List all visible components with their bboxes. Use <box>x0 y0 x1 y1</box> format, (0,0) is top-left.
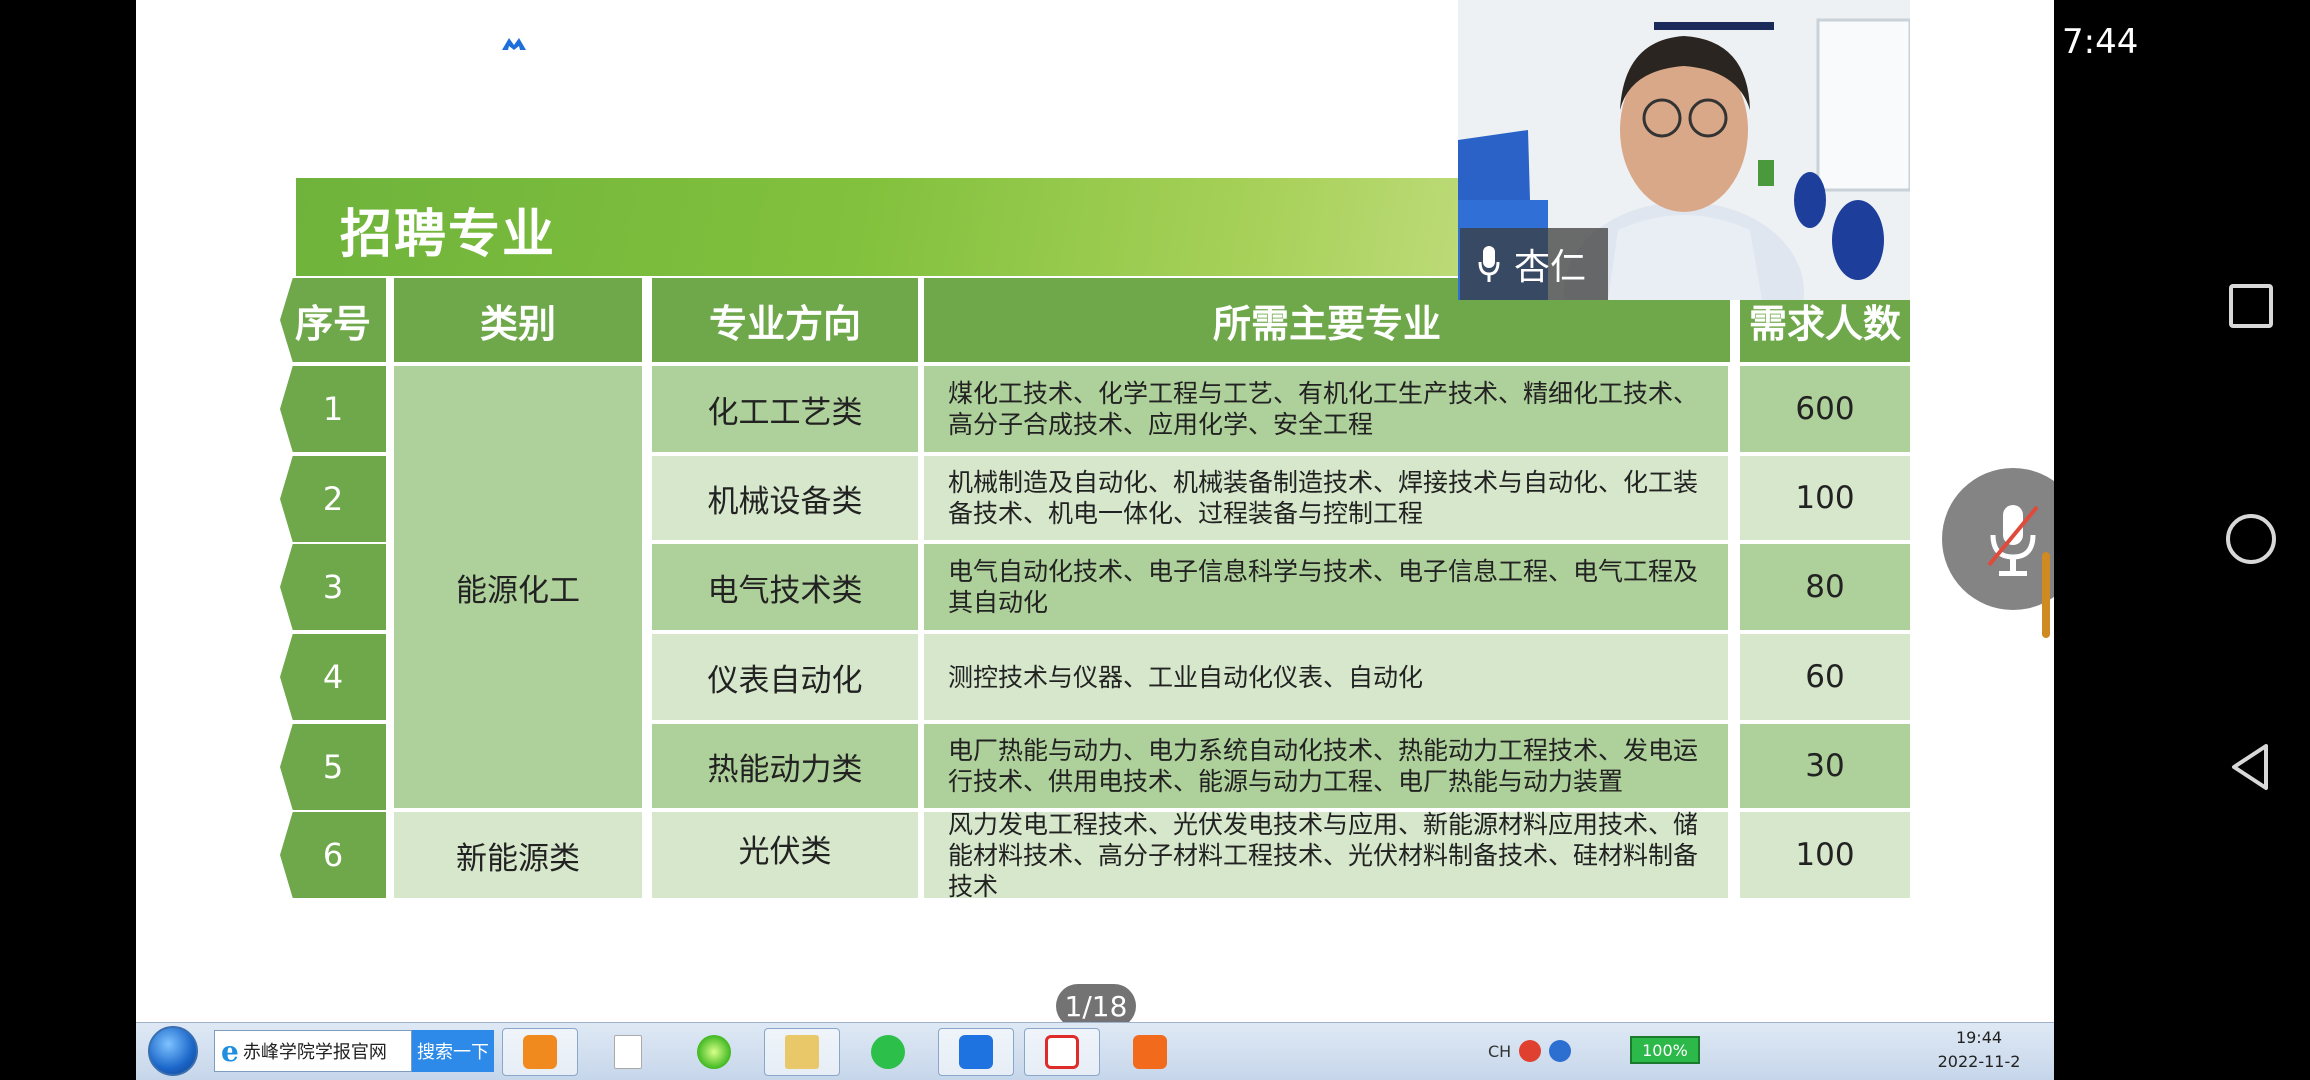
row-index: 3 <box>280 544 386 630</box>
speaker-name: 杏仁 <box>1514 247 1587 288</box>
row-index: 5 <box>280 724 386 810</box>
count-cell: 600 <box>1740 366 1910 452</box>
help-icon[interactable] <box>1549 1040 1572 1062</box>
taskbar-browser[interactable] <box>676 1028 752 1076</box>
back-button[interactable] <box>2226 742 2276 792</box>
category-cell: 新能源类 <box>394 812 642 898</box>
category-cell: 能源化工 <box>394 366 642 808</box>
search-button[interactable]: 搜索一下 <box>412 1030 494 1072</box>
wps-icon <box>1045 1035 1079 1069</box>
direction-cell: 光伏类 <box>652 812 918 898</box>
status-clock: 7:44 <box>2062 22 2139 62</box>
taskbar-media-player[interactable] <box>502 1028 578 1076</box>
left-letterbox <box>0 0 136 1080</box>
row-index: 1 <box>280 366 386 452</box>
speaker-name-badge: 杏仁 <box>1460 228 1608 300</box>
count-cell: 80 <box>1740 544 1910 630</box>
row-index: 6 <box>280 812 386 898</box>
majors-cell: 机械制造及自动化、机械装备制造技术、焊接技术与自动化、化工装备技术、机电一体化、… <box>924 456 1728 540</box>
mic-muted-icon <box>1987 505 2039 576</box>
scroll-handle[interactable] <box>2042 552 2050 638</box>
system-tray: CH <box>1488 1030 1572 1072</box>
direction-cell: 仪表自动化 <box>652 634 918 720</box>
count-cell: 30 <box>1740 724 1910 808</box>
taskbar-file-explorer[interactable] <box>764 1028 840 1076</box>
microphone-icon <box>1478 246 1500 282</box>
majors-cell: 测控技术与仪器、工业自动化仪表、自动化 <box>924 634 1728 720</box>
taskbar-document[interactable] <box>590 1028 666 1076</box>
majors-cell: 电气自动化技术、电子信息科学与技术、电子信息工程、电气工程及其自动化 <box>924 544 1728 630</box>
row-index: 2 <box>280 456 386 542</box>
header-index: 序号 <box>280 278 386 362</box>
header-direction: 专业方向 <box>652 278 918 362</box>
ime-indicator[interactable]: CH <box>1488 1042 1511 1061</box>
green-browser-icon <box>697 1035 731 1069</box>
row-index: 4 <box>280 634 386 720</box>
ie-browser-icon: e <box>221 1034 239 1068</box>
count-cell: 100 <box>1740 456 1910 540</box>
wechat-icon <box>871 1035 905 1069</box>
slide-logo-icon <box>502 38 526 50</box>
taskbar-meeting[interactable] <box>938 1028 1014 1076</box>
majors-cell: 煤化工技术、化学工程与工艺、有机化工生产技术、精细化工技术、高分子合成技术、应用… <box>924 366 1728 452</box>
meeting-app-icon <box>959 1035 993 1069</box>
majors-cell: 风力发电工程技术、光伏发电技术与应用、新能源材料应用技术、储能材料技术、高分子材… <box>924 810 1728 901</box>
direction-cell: 机械设备类 <box>652 456 918 540</box>
direction-cell: 化工工艺类 <box>652 366 918 452</box>
media-player-icon <box>523 1035 557 1069</box>
header-category: 类别 <box>394 278 642 362</box>
folder-icon <box>785 1035 819 1069</box>
search-text: 赤峰学院学报官网 <box>242 1042 387 1063</box>
taskbar-clock[interactable]: 19:44 2022-11-2 <box>1934 1026 2024 1074</box>
taskbar-presentation[interactable] <box>1112 1028 1188 1076</box>
count-cell: 60 <box>1740 634 1910 720</box>
recent-apps-button[interactable] <box>2229 284 2273 328</box>
direction-cell: 热能动力类 <box>652 724 918 808</box>
document-icon <box>614 1035 642 1069</box>
windows-start-button[interactable] <box>148 1026 198 1076</box>
count-cell: 100 <box>1740 812 1910 898</box>
taskbar-time: 19:44 <box>1955 1028 2003 1047</box>
battery-indicator[interactable]: 100% <box>1630 1036 1700 1064</box>
home-button[interactable] <box>2226 514 2276 564</box>
sogou-input-icon[interactable] <box>1519 1040 1542 1062</box>
taskbar-date: 2022-11-2 <box>1937 1052 2021 1071</box>
slide-title: 招聘专业 <box>340 205 557 265</box>
taskbar-wps[interactable] <box>1024 1028 1100 1076</box>
presentation-icon <box>1133 1035 1167 1069</box>
direction-cell: 电气技术类 <box>652 544 918 630</box>
browser-search-box[interactable]: e 赤峰学院学报官网 <box>214 1030 412 1072</box>
majors-cell: 电厂热能与动力、电力系统自动化技术、热能动力工程技术、发电运行技术、供用电技术、… <box>924 724 1728 808</box>
taskbar-wechat[interactable] <box>850 1028 926 1076</box>
